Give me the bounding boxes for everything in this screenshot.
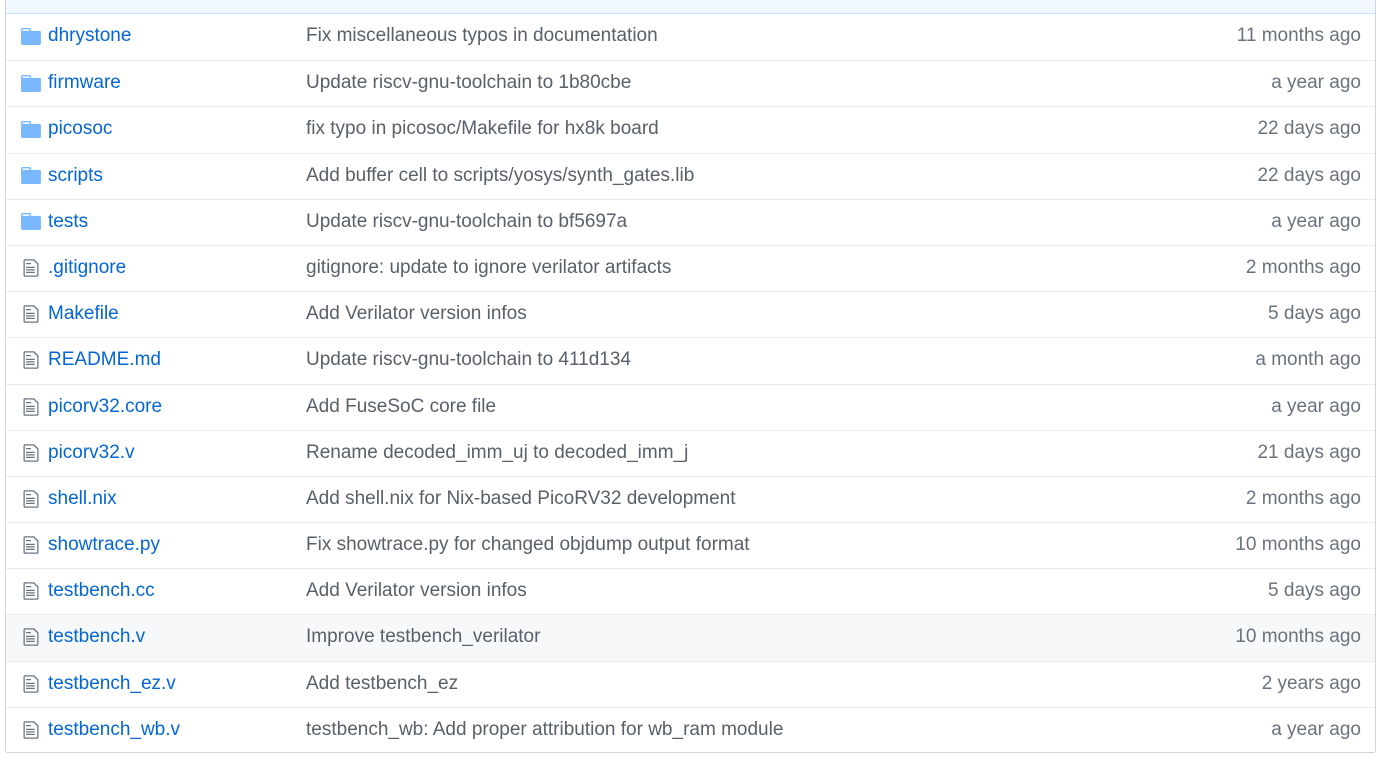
file-icon: [20, 338, 42, 382]
commit-age: a year ago: [1271, 72, 1361, 94]
file-row[interactable]: dhrystone Fix miscellaneous typos in doc…: [6, 14, 1375, 60]
commit-message-link[interactable]: Rename decoded_imm_uj to decoded_imm_j: [306, 431, 688, 475]
commit-age: 21 days ago: [1257, 441, 1361, 463]
file-name-link[interactable]: firmware: [48, 61, 121, 105]
file-row[interactable]: tests Update riscv-gnu-toolchain to bf56…: [6, 198, 1375, 245]
file-name-link[interactable]: testbench.cc: [48, 569, 155, 613]
commit-message-link[interactable]: Add Verilator version infos: [306, 292, 527, 336]
folder-icon: [20, 14, 42, 58]
file-row[interactable]: Makefile Add Verilator version infos 5 d…: [6, 291, 1375, 337]
commit-message-link[interactable]: Add testbench_ez: [306, 662, 458, 706]
file-icon: [20, 523, 42, 567]
file-name-link[interactable]: picorv32.core: [48, 385, 162, 429]
file-row[interactable]: README.md Update riscv-gnu-toolchain to …: [6, 337, 1375, 383]
commit-message-link[interactable]: Add Verilator version infos: [306, 569, 527, 613]
commit-message-link[interactable]: Update riscv-gnu-toolchain to 411d134: [306, 338, 631, 382]
commit-age: a month ago: [1255, 349, 1361, 371]
file-icon: [20, 246, 42, 290]
file-row[interactable]: picosoc fix typo in picosoc/Makefile for…: [6, 106, 1375, 152]
commit-message-link[interactable]: Improve testbench_verilator: [306, 615, 540, 659]
commit-age: 2 months ago: [1245, 487, 1361, 509]
commit-age: 11 months ago: [1236, 25, 1361, 46]
file-table: dhrystone Fix miscellaneous typos in doc…: [5, 0, 1376, 753]
file-name-link[interactable]: showtrace.py: [48, 523, 160, 567]
file-name-link[interactable]: scripts: [48, 154, 103, 198]
file-row[interactable]: picorv32.v Rename decoded_imm_uj to deco…: [6, 429, 1375, 476]
file-name-link[interactable]: picosoc: [48, 107, 112, 151]
file-row[interactable]: showtrace.py Fix showtrace.py for change…: [6, 522, 1375, 568]
commit-age: a year ago: [1271, 210, 1361, 232]
file-icon: [20, 292, 42, 336]
commit-message-link[interactable]: Add shell.nix for Nix-based PicoRV32 dev…: [306, 477, 736, 521]
file-icon: [20, 615, 42, 659]
file-icon: [20, 662, 42, 706]
file-icon: [20, 569, 42, 613]
file-icon: [20, 385, 42, 429]
file-name-link[interactable]: testbench.v: [48, 615, 145, 659]
file-row[interactable]: testbench_ez.v Add testbench_ez 2 years …: [6, 660, 1375, 707]
commit-message-link[interactable]: gitignore: update to ignore verilator ar…: [306, 246, 671, 290]
file-list: dhrystone Fix miscellaneous typos in doc…: [6, 14, 1375, 752]
commit-message-link[interactable]: Add FuseSoC core file: [306, 385, 496, 429]
file-name-link[interactable]: testbench_wb.v: [48, 708, 180, 752]
commit-message-link[interactable]: Fix miscellaneous typos in documentation: [306, 14, 658, 58]
commit-age: 10 months ago: [1235, 534, 1361, 556]
file-row[interactable]: .gitignore gitignore: update to ignore v…: [6, 244, 1375, 291]
commit-age: 22 days ago: [1257, 164, 1361, 186]
folder-icon: [20, 107, 42, 151]
commit-age: 5 days ago: [1268, 303, 1361, 325]
commit-age: 10 months ago: [1235, 626, 1361, 648]
file-name-link[interactable]: .gitignore: [48, 246, 126, 290]
table-header: [6, 0, 1375, 14]
file-name-link[interactable]: README.md: [48, 338, 161, 382]
commit-message-link[interactable]: fix typo in picosoc/Makefile for hx8k bo…: [306, 107, 659, 151]
file-name-link[interactable]: testbench_ez.v: [48, 662, 176, 706]
commit-age: a year ago: [1271, 395, 1361, 417]
commit-message-link[interactable]: Fix showtrace.py for changed objdump out…: [306, 523, 750, 567]
file-name-link[interactable]: dhrystone: [48, 14, 131, 58]
file-icon: [20, 477, 42, 521]
commit-age: 2 months ago: [1245, 256, 1361, 278]
file-row[interactable]: shell.nix Add shell.nix for Nix-based Pi…: [6, 475, 1375, 522]
commit-message-link[interactable]: testbench_wb: Add proper attribution for…: [306, 708, 783, 752]
commit-message-link[interactable]: Update riscv-gnu-toolchain to 1b80cbe: [306, 61, 631, 105]
commit-age: 22 days ago: [1257, 118, 1361, 140]
file-icon: [20, 431, 42, 475]
commit-message-link[interactable]: Update riscv-gnu-toolchain to bf5697a: [306, 200, 627, 244]
file-name-link[interactable]: shell.nix: [48, 477, 117, 521]
file-row[interactable]: testbench.cc Add Verilator version infos…: [6, 568, 1375, 614]
folder-icon: [20, 61, 42, 105]
commit-age: 2 years ago: [1261, 672, 1361, 694]
file-row[interactable]: testbench.v Improve testbench_verilator …: [6, 614, 1375, 661]
file-name-link[interactable]: tests: [48, 200, 88, 244]
file-row[interactable]: firmware Update riscv-gnu-toolchain to 1…: [6, 60, 1375, 106]
file-name-link[interactable]: Makefile: [48, 292, 119, 336]
file-row[interactable]: scripts Add buffer cell to scripts/yosys…: [6, 152, 1375, 199]
commit-message-link[interactable]: Add buffer cell to scripts/yosys/synth_g…: [306, 154, 694, 198]
commit-age: 5 days ago: [1268, 580, 1361, 602]
file-row[interactable]: testbench_wb.v testbench_wb: Add proper …: [6, 706, 1375, 752]
commit-age: a year ago: [1271, 718, 1361, 740]
folder-icon: [20, 154, 42, 198]
file-icon: [20, 708, 42, 752]
file-row[interactable]: picorv32.core Add FuseSoC core file a ye…: [6, 383, 1375, 430]
file-name-link[interactable]: picorv32.v: [48, 431, 135, 475]
folder-icon: [20, 200, 42, 244]
